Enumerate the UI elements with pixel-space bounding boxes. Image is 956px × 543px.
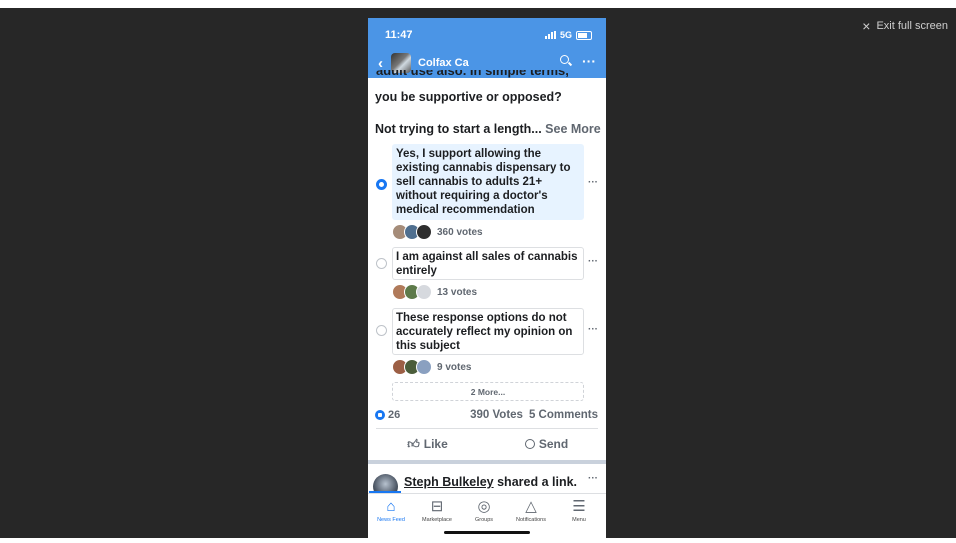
avatar (416, 284, 432, 300)
comments-count[interactable]: 5 Comments (529, 409, 598, 421)
status-bar: 11:47 5G (368, 18, 606, 48)
post-text: you be supportive or opposed? (375, 90, 562, 104)
option-more-icon[interactable]: ··· (588, 256, 598, 267)
poll-option-text[interactable]: Yes, I support allowing the existing can… (392, 144, 584, 220)
poll-radio-selected[interactable] (376, 179, 387, 190)
tab-label: Menu (572, 517, 586, 523)
poll-option-text[interactable]: I am against all sales of cannabis entir… (392, 247, 584, 280)
post-teaser: Not trying to start a length... See More (375, 122, 601, 136)
header-actions: ··· (560, 54, 596, 68)
reactions-summary[interactable]: 26 (375, 409, 400, 421)
voter-avatars (392, 359, 432, 375)
status-time: 11:47 (385, 29, 413, 41)
home-icon: ⌂ (386, 497, 396, 515)
post-text-cutoff: adult use also. In simple terms, would (376, 70, 569, 78)
back-icon[interactable]: ‹ (378, 55, 383, 72)
post-teaser-text: Not trying to start a length... (375, 122, 542, 136)
bell-icon: △ (525, 498, 537, 515)
tab-label: Groups (474, 517, 494, 523)
send-button[interactable]: Send (487, 434, 606, 454)
phone-screen: 11:47 5G ‹ Colfax Ca ··· adult use also.… (368, 18, 606, 538)
poll-vote-count: 13 votes (437, 286, 478, 298)
marketplace-icon: ⊟ (430, 498, 444, 515)
search-icon[interactable] (560, 55, 571, 66)
network-label: 5G (559, 30, 572, 40)
feed-separator (368, 460, 606, 464)
messenger-icon (524, 439, 535, 449)
tab-label: News Feed (377, 517, 405, 523)
votes-total[interactable]: 390 Votes (470, 409, 523, 421)
poll-vote-count: 9 votes (437, 361, 472, 373)
menu-icon: ☰ (572, 498, 586, 515)
tab-groups[interactable]: ◎ Groups (461, 497, 507, 523)
avatar (416, 359, 432, 375)
exit-full-screen-label: Exit full screen (876, 20, 948, 32)
reaction-count: 26 (388, 409, 401, 421)
next-post-title: Steph Bulkeley shared a link. (404, 475, 577, 489)
post-stats: 390 Votes 5 Comments (470, 409, 598, 421)
post-actions: 👍︎ Like Send (368, 434, 606, 454)
more-options-icon[interactable]: ··· (582, 54, 596, 68)
thumbs-up-icon: 👍︎ (407, 436, 420, 451)
close-icon: × (862, 18, 871, 34)
tab-notifications[interactable]: △ Notifications (508, 497, 554, 523)
poll-votes-row[interactable]: 360 votes (392, 224, 483, 240)
tab-marketplace[interactable]: ⊟ Marketplace (414, 497, 460, 523)
post-more-icon[interactable]: ··· (588, 473, 598, 484)
send-label: Send (538, 437, 569, 451)
avatar (416, 224, 432, 240)
viewer-top-frame (0, 0, 956, 8)
poll-vote-count: 360 votes (437, 226, 483, 238)
divider (376, 428, 598, 429)
poll-votes-row[interactable]: 13 votes (392, 284, 477, 300)
more-options-button[interactable]: 2 More... (392, 382, 584, 401)
voter-avatars (392, 284, 432, 300)
group-name[interactable]: Colfax Ca (418, 57, 469, 69)
like-button[interactable]: 👍︎ Like (368, 434, 487, 454)
viewer-bottom-frame (0, 538, 956, 543)
poll-radio[interactable] (376, 258, 387, 269)
poll-votes-row[interactable]: 9 votes (392, 359, 471, 375)
battery-icon (576, 30, 592, 40)
tab-news-feed[interactable]: ⌂ News Feed (368, 497, 414, 524)
tab-label: Notifications (516, 517, 546, 523)
see-more-link[interactable]: See More (545, 122, 601, 136)
like-reaction-icon (375, 410, 385, 420)
status-indicators: 5G (544, 30, 592, 40)
like-label: Like (423, 437, 448, 451)
poll-option-text[interactable]: These response options do not accurately… (392, 308, 584, 355)
bottom-tab-bar: ⌂ News Feed ⊟ Marketplace ◎ Groups △ Not… (368, 493, 606, 538)
groups-icon: ◎ (477, 498, 491, 515)
option-more-icon[interactable]: ··· (588, 324, 598, 335)
exit-full-screen-button[interactable]: × Exit full screen (862, 18, 948, 34)
signal-icon (544, 31, 556, 39)
home-indicator (444, 531, 530, 534)
voter-avatars (392, 224, 432, 240)
poll-radio[interactable] (376, 325, 387, 336)
option-more-icon[interactable]: ··· (588, 177, 598, 188)
post-action-text: shared a link. (497, 475, 578, 489)
tab-menu[interactable]: ☰ Menu (556, 497, 602, 523)
next-post-header: Steph Bulkeley shared a link. ··· (368, 465, 606, 499)
tab-label: Marketplace (422, 517, 452, 523)
post-author-link[interactable]: Steph Bulkeley (404, 475, 494, 489)
